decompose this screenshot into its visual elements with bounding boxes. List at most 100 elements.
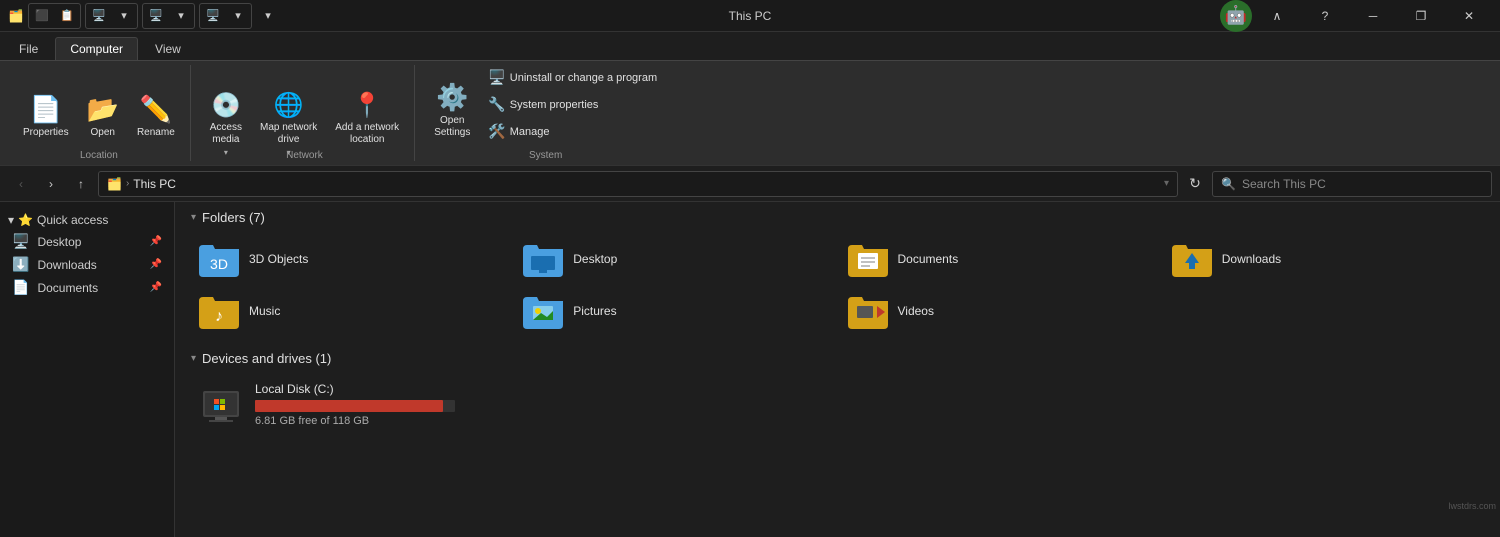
- pin-icon-desktop: 📌: [150, 236, 162, 247]
- folder-icon-videos: [848, 293, 888, 329]
- close-button[interactable]: ✕: [1446, 0, 1492, 32]
- map-network-drive-button[interactable]: 🌐 Map networkdrive ▾: [253, 86, 324, 144]
- minimize-button[interactable]: ─: [1350, 0, 1396, 32]
- system-properties-button[interactable]: 🔧 System properties: [481, 92, 664, 117]
- sidebar-downloads-label: Downloads: [37, 258, 96, 272]
- folder-downloads-label: Downloads: [1222, 252, 1281, 266]
- breadcrumb-separator: ›: [126, 178, 129, 189]
- sidebar: ▾ ⭐ Quick access 🖥️ Desktop 📌 ⬇️ Downloa…: [0, 202, 175, 537]
- quick-access-toolbar-2: 🖥️ ▾: [85, 3, 138, 29]
- folder-videos[interactable]: Videos: [840, 287, 1160, 335]
- help-button[interactable]: ?: [1302, 0, 1348, 32]
- map-network-drive-icon: 🌐: [274, 91, 304, 120]
- quick-access-toolbar: ⬛ 📋: [28, 3, 81, 29]
- manage-button[interactable]: 🛠️ Manage: [481, 119, 664, 144]
- properties-button[interactable]: 📄 Properties: [16, 86, 76, 144]
- drives-header-label: Devices and drives (1): [202, 351, 331, 366]
- network-group-label: Network: [286, 148, 323, 161]
- uninstall-icon: 🖥️: [488, 69, 505, 86]
- drive-c-info: Local Disk (C:) 6.81 GB free of 118 GB: [255, 382, 1476, 427]
- search-placeholder: Search This PC: [1242, 177, 1326, 191]
- sidebar-item-desktop[interactable]: 🖥️ Desktop 📌: [0, 230, 174, 253]
- qat-btn-5[interactable]: 🖥️: [201, 5, 225, 27]
- desktop-sidebar-icon: 🖥️: [12, 233, 29, 250]
- folder-icon-downloads: [1172, 241, 1212, 277]
- refresh-button[interactable]: ↻: [1182, 171, 1208, 197]
- address-bar[interactable]: 🗂️ › This PC ▾: [98, 171, 1178, 197]
- qat-btn-3[interactable]: 🖥️: [87, 5, 111, 27]
- quick-access-header[interactable]: ▾ ⭐ Quick access: [0, 210, 174, 230]
- qat-dropdown-1[interactable]: ▾: [112, 5, 136, 27]
- address-dropdown-arrow[interactable]: ▾: [1164, 178, 1169, 189]
- tab-computer[interactable]: Computer: [55, 37, 138, 60]
- folder-icon-music: ♪: [199, 293, 239, 329]
- tab-file[interactable]: File: [4, 37, 53, 60]
- folder-desktop[interactable]: Desktop: [515, 235, 835, 283]
- drive-c-bar-bg: [255, 400, 455, 412]
- qat-btn-2[interactable]: 📋: [55, 5, 79, 27]
- qat-dropdown-3[interactable]: ▾: [226, 5, 250, 27]
- properties-icon: 📄: [30, 94, 62, 125]
- folder-3d-objects[interactable]: 3D 3D Objects: [191, 235, 511, 283]
- rename-icon: ✏️: [140, 94, 172, 125]
- title-bar: 🗂️ ⬛ 📋 🖥️ ▾ 🖥️ ▾ 🖥️ ▾ ▾ This PC 🤖 ∧ ? ─ …: [0, 0, 1500, 32]
- folder-music[interactable]: ♪ Music: [191, 287, 511, 335]
- properties-label: Properties: [23, 127, 69, 139]
- pin-icon-downloads: 📌: [150, 259, 162, 270]
- folder-videos-label: Videos: [898, 304, 934, 318]
- quick-access-toolbar-4: 🖥️ ▾: [199, 3, 252, 29]
- folders-chevron: ▾: [191, 212, 196, 223]
- folders-section-header[interactable]: ▾ Folders (7): [191, 210, 1484, 225]
- search-bar[interactable]: 🔍 Search This PC: [1212, 171, 1492, 197]
- sidebar-item-documents[interactable]: 📄 Documents 📌: [0, 276, 174, 299]
- collapse-ribbon-button[interactable]: ∧: [1254, 0, 1300, 32]
- access-media-arrow: ▾: [224, 148, 228, 157]
- rename-button[interactable]: ✏️ Rename: [130, 86, 182, 144]
- drives-section-header[interactable]: ▾ Devices and drives (1): [191, 351, 1484, 366]
- open-settings-icon: ⚙️: [436, 82, 468, 113]
- ribbon: File Computer View 📄 Properties 📂 Open ✏…: [0, 32, 1500, 166]
- window-controls: 🤖 ∧ ? ─ ❐ ✕: [1220, 0, 1492, 32]
- folder-icon-3d: 3D: [199, 241, 239, 277]
- system-group-label: System: [529, 148, 562, 161]
- folder-icon-documents: [848, 241, 888, 277]
- folder-pictures[interactable]: Pictures: [515, 287, 835, 335]
- sidebar-item-downloads[interactable]: ⬇️ Downloads 📌: [0, 253, 174, 276]
- documents-sidebar-icon: 📄: [12, 279, 29, 296]
- maximize-button[interactable]: ❐: [1398, 0, 1444, 32]
- add-network-location-icon: 📍: [352, 91, 382, 120]
- system-properties-icon: 🔧: [488, 96, 505, 113]
- qat-btn-1[interactable]: ⬛: [30, 5, 54, 27]
- forward-button[interactable]: ›: [38, 171, 64, 197]
- tab-view[interactable]: View: [140, 37, 196, 60]
- location-group-label: Location: [80, 148, 118, 161]
- sidebar-desktop-label: Desktop: [37, 235, 81, 249]
- address-bar-icon: 🗂️: [107, 177, 122, 191]
- open-settings-button[interactable]: ⚙️ OpenSettings: [427, 86, 477, 144]
- folder-documents[interactable]: Documents: [840, 235, 1160, 283]
- back-button[interactable]: ‹: [8, 171, 34, 197]
- up-button[interactable]: ↑: [68, 171, 94, 197]
- drives-chevron: ▾: [191, 353, 196, 364]
- network-group-content: 💿 Accessmedia ▾ 🌐 Map networkdrive ▾ 📍 A…: [203, 65, 406, 148]
- sidebar-documents-label: Documents: [37, 281, 98, 295]
- add-network-location-button[interactable]: 📍 Add a networklocation: [328, 86, 406, 144]
- quick-access-label: Quick access: [37, 213, 108, 227]
- drive-c[interactable]: Local Disk (C:) 6.81 GB free of 118 GB: [191, 376, 1484, 433]
- uninstall-button[interactable]: 🖥️ Uninstall or change a program: [481, 65, 664, 90]
- manage-icon: 🛠️: [488, 123, 505, 140]
- open-button[interactable]: 📂 Open: [80, 86, 126, 144]
- folder-downloads[interactable]: Downloads: [1164, 235, 1484, 283]
- uninstall-label: Uninstall or change a program: [510, 72, 657, 84]
- pin-icon-documents: 📌: [150, 282, 162, 293]
- rename-label: Rename: [137, 127, 175, 139]
- ribbon-group-system: ⚙️ OpenSettings 🖥️ Uninstall or change a…: [419, 65, 672, 161]
- access-media-button[interactable]: 💿 Accessmedia ▾: [203, 86, 249, 144]
- folders-header-label: Folders (7): [202, 210, 265, 225]
- qat-dropdown-2[interactable]: ▾: [169, 5, 193, 27]
- open-settings-label: OpenSettings: [434, 115, 470, 139]
- qat-customize[interactable]: ▾: [256, 5, 280, 27]
- folder-icon-pictures: [523, 293, 563, 329]
- qat-btn-4[interactable]: 🖥️: [144, 5, 168, 27]
- add-network-location-label: Add a networklocation: [335, 122, 399, 146]
